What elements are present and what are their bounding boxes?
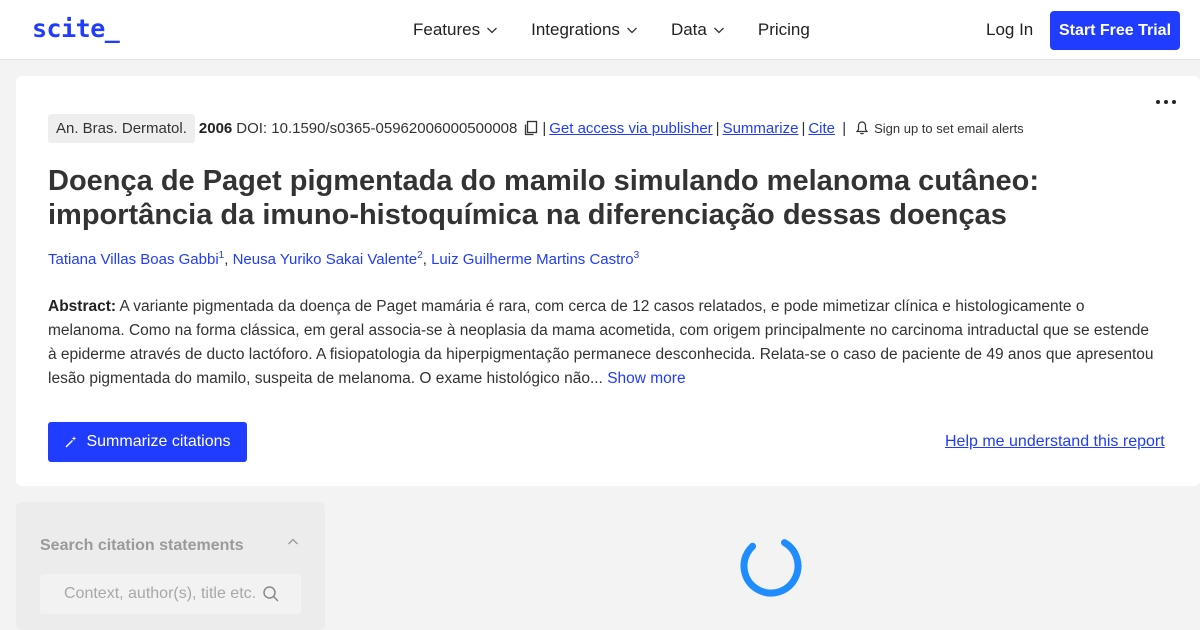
- summarize-citations-label: Summarize citations: [86, 433, 231, 450]
- author-separator: ,: [422, 251, 432, 268]
- citation-search-title: Search citation statements: [40, 537, 244, 554]
- nav-integrations-label: Integrations: [531, 20, 620, 39]
- author-separator: ,: [224, 251, 233, 268]
- abstract-text: A variante pigmentada da doença de Paget…: [48, 298, 1154, 387]
- nav-features[interactable]: Features: [413, 20, 498, 40]
- scite-logo[interactable]: scite_: [32, 14, 120, 43]
- author-link[interactable]: Neusa Yuriko Sakai Valente2: [232, 250, 423, 268]
- login-link[interactable]: Log In: [986, 20, 1033, 40]
- article-meta: An. Bras. Dermatol. 2006 DOI: 10.1590/s0…: [48, 113, 1024, 143]
- chevron-up-icon[interactable]: [287, 536, 299, 548]
- chevron-down-icon: [713, 27, 724, 34]
- more-dot: [1156, 100, 1160, 104]
- show-more-link[interactable]: Show more: [607, 370, 685, 387]
- more-dot: [1164, 100, 1168, 104]
- abstract-label: Abstract:: [48, 298, 117, 315]
- separator: |: [715, 119, 720, 137]
- journal-badge: An. Bras. Dermatol.: [48, 113, 195, 143]
- summarize-link[interactable]: Summarize: [723, 120, 799, 137]
- separator: |: [542, 119, 547, 137]
- search-icon[interactable]: [262, 585, 280, 603]
- nav-data-label: Data: [670, 20, 707, 39]
- summarize-citations-button[interactable]: Summarize citations: [48, 422, 247, 462]
- copy-icon[interactable]: [523, 120, 539, 136]
- author-name: Luiz Guilherme Martins Castro: [431, 251, 634, 268]
- separator: |: [838, 119, 847, 137]
- nav-pricing[interactable]: Pricing: [758, 20, 810, 40]
- author-name: Neusa Yuriko Sakai Valente: [232, 251, 418, 268]
- chevron-down-icon: [487, 27, 498, 34]
- email-alerts-link[interactable]: Sign up to set email alerts: [874, 121, 1024, 136]
- help-understand-link[interactable]: Help me understand this report: [945, 433, 1165, 451]
- author-name: Tatiana Villas Boas Gabbi: [48, 251, 219, 268]
- author-link[interactable]: Tatiana Villas Boas Gabbi1: [48, 250, 224, 268]
- separator: |: [801, 119, 806, 137]
- get-access-link[interactable]: Get access via publisher: [549, 120, 712, 137]
- article-title: Doença de Paget pigmentada do mamilo sim…: [48, 165, 1040, 231]
- loading-spinner-icon: [740, 535, 802, 597]
- chevron-down-icon: [626, 27, 637, 34]
- author-link[interactable]: Luiz Guilherme Martins Castro3: [431, 250, 640, 268]
- doi-text: DOI: 10.1590/s0365-05962006000500008: [236, 119, 518, 137]
- start-free-trial-button[interactable]: Start Free Trial: [1050, 11, 1180, 50]
- nav-data[interactable]: Data: [671, 20, 725, 40]
- top-navbar: scite_ Features Integrations Data Pricin…: [0, 0, 1200, 60]
- bell-icon[interactable]: [854, 120, 870, 136]
- nav-pricing-label: Pricing: [757, 20, 810, 39]
- nav-features-label: Features: [413, 20, 481, 39]
- abstract: Abstract: A variante pigmentada da doenç…: [48, 295, 1158, 391]
- cite-link[interactable]: Cite: [808, 120, 835, 137]
- author-affiliation: 3: [633, 250, 640, 261]
- nav-links: Features Integrations Data Pricing: [413, 20, 843, 40]
- nav-integrations[interactable]: Integrations: [531, 20, 638, 40]
- more-options-icon[interactable]: [1156, 100, 1176, 104]
- more-dot: [1172, 100, 1176, 104]
- author-list: Tatiana Villas Boas Gabbi1, Neusa Yuriko…: [48, 250, 639, 268]
- magic-wand-icon: [65, 436, 77, 448]
- publication-year: 2006: [198, 119, 233, 137]
